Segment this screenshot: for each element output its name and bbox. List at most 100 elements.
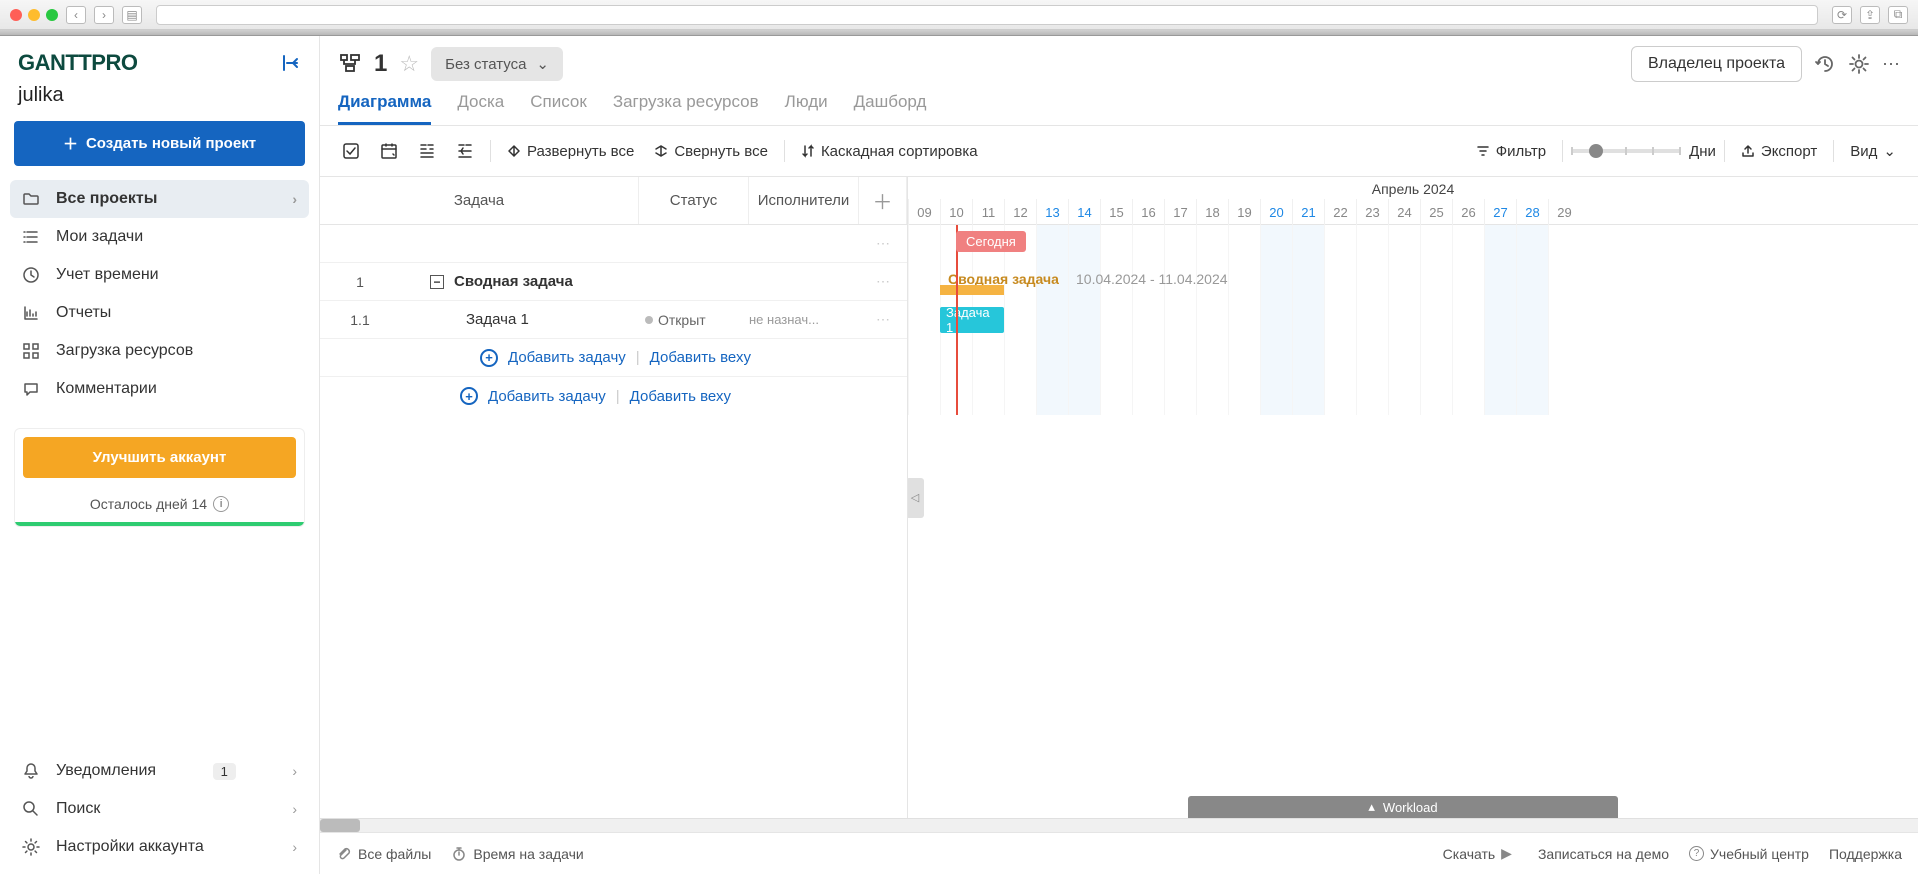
plus-circle-icon[interactable]: + xyxy=(460,387,478,405)
sidebar-toggle-button[interactable]: ▤ xyxy=(122,6,142,24)
workspace-name[interactable]: julika xyxy=(0,84,319,121)
gantt-day-cell[interactable]: 27 xyxy=(1484,199,1516,225)
more-icon[interactable]: ⋯ xyxy=(1882,54,1900,75)
horizontal-scrollbar[interactable] xyxy=(320,818,1918,832)
upgrade-button[interactable]: Улучшить аккаунт xyxy=(23,437,296,478)
gantt-day-cell[interactable]: 15 xyxy=(1100,199,1132,225)
assignee-cell[interactable]: не назнач... xyxy=(749,312,859,327)
sidebar-item-notifications[interactable]: Уведомления 1 › xyxy=(10,752,309,790)
tab-workload[interactable]: Загрузка ресурсов xyxy=(613,92,759,125)
panel-collapse-handle[interactable]: ◁ xyxy=(908,478,924,518)
view-dropdown[interactable]: Вид ⌄ xyxy=(1842,136,1904,166)
calendar-button[interactable] xyxy=(372,136,406,166)
footer-download[interactable]: Скачать ▶ xyxy=(1443,845,1518,862)
expand-all-button[interactable]: Развернуть все xyxy=(499,137,642,166)
sidebar-item-workload[interactable]: Загрузка ресурсов xyxy=(10,332,309,370)
add-task-link[interactable]: Добавить задачу xyxy=(508,349,626,366)
footer-all-files[interactable]: Все файлы xyxy=(336,846,431,862)
gantt-body[interactable]: Сегодня Сводная задача 10.04.2024 - 11.0… xyxy=(908,225,1918,415)
add-milestone-link[interactable]: Добавить веху xyxy=(650,349,751,366)
export-button[interactable]: Экспорт xyxy=(1733,137,1825,166)
gantt-day-cell[interactable]: 25 xyxy=(1420,199,1452,225)
tab-board[interactable]: Доска xyxy=(457,92,504,125)
gantt-day-cell[interactable]: 18 xyxy=(1196,199,1228,225)
zoom-control[interactable]: Дни xyxy=(1571,143,1716,160)
project-status-dropdown[interactable]: Без статуса ⌄ xyxy=(431,47,563,81)
cascade-sort-button[interactable]: Каскадная сортировка xyxy=(793,137,986,166)
collapse-all-button[interactable]: Свернуть все xyxy=(646,137,776,166)
plus-circle-icon[interactable]: + xyxy=(480,349,498,367)
gantt-day-cell[interactable]: 26 xyxy=(1452,199,1484,225)
gantt-day-cell[interactable]: 13 xyxy=(1036,199,1068,225)
zoom-thumb[interactable] xyxy=(1589,144,1603,158)
gantt-day-cell[interactable]: 14 xyxy=(1068,199,1100,225)
close-window-icon[interactable] xyxy=(10,9,22,21)
gantt-day-cell[interactable]: 12 xyxy=(1004,199,1036,225)
favorite-star-icon[interactable]: ☆ xyxy=(399,51,419,77)
hierarchy-icon[interactable] xyxy=(338,52,362,76)
task-cell[interactable]: − Сводная задача xyxy=(400,273,639,290)
sidebar-item-reports[interactable]: Отчеты xyxy=(10,294,309,332)
add-milestone-link[interactable]: Добавить веху xyxy=(630,388,731,405)
gantt-chart[interactable]: ◁ Апрель 2024 09101112131415161718192021… xyxy=(908,177,1918,818)
gantt-day-cell[interactable]: 22 xyxy=(1324,199,1356,225)
indent-button[interactable] xyxy=(410,136,444,166)
sidebar-item-account-settings[interactable]: Настройки аккаунта › xyxy=(10,828,309,866)
minimize-window-icon[interactable] xyxy=(28,9,40,21)
url-bar[interactable] xyxy=(156,5,1818,25)
add-column-button[interactable]: ＋ xyxy=(859,177,907,224)
tab-people[interactable]: Люди xyxy=(785,92,828,125)
tab-dashboard[interactable]: Дашборд xyxy=(854,92,927,125)
share-button[interactable]: ⇪ xyxy=(1860,6,1880,24)
create-project-button[interactable]: ＋ Создать новый проект xyxy=(14,121,305,166)
task-bar[interactable]: Задача 1 xyxy=(940,307,1004,333)
sidebar-item-time-tracking[interactable]: Учет времени xyxy=(10,256,309,294)
select-all-button[interactable] xyxy=(334,136,368,166)
project-name[interactable]: 1 xyxy=(374,50,387,78)
row-menu-icon[interactable]: ⋯ xyxy=(859,273,907,290)
settings-icon[interactable] xyxy=(1848,53,1870,75)
gantt-day-cell[interactable]: 28 xyxy=(1516,199,1548,225)
sidebar-item-comments[interactable]: Комментарии xyxy=(10,370,309,408)
gantt-day-cell[interactable]: 29 xyxy=(1548,199,1580,225)
scrollbar-thumb[interactable] xyxy=(320,819,360,832)
zoom-slider[interactable] xyxy=(1571,149,1681,153)
tab-list[interactable]: Список xyxy=(530,92,587,125)
grid-row-summary[interactable]: 1 − Сводная задача ⋯ xyxy=(320,263,907,301)
add-task-link[interactable]: Добавить задачу xyxy=(488,388,606,405)
nav-back-button[interactable]: ‹ xyxy=(66,6,86,24)
gantt-day-cell[interactable]: 20 xyxy=(1260,199,1292,225)
collapse-sidebar-button[interactable] xyxy=(281,53,301,73)
footer-support[interactable]: Поддержка xyxy=(1829,846,1902,862)
nav-forward-button[interactable]: › xyxy=(94,6,114,24)
gantt-day-cell[interactable]: 21 xyxy=(1292,199,1324,225)
outdent-button[interactable] xyxy=(448,136,482,166)
summary-bar[interactable] xyxy=(940,285,1004,295)
gantt-day-cell[interactable]: 19 xyxy=(1228,199,1260,225)
status-cell[interactable]: Открыт xyxy=(639,312,749,328)
column-assignee[interactable]: Исполнители xyxy=(749,177,859,224)
footer-learning-center[interactable]: ? Учебный центр xyxy=(1689,846,1809,862)
history-icon[interactable] xyxy=(1814,53,1836,75)
row-menu-icon[interactable]: ⋯ xyxy=(859,235,907,252)
gantt-day-cell[interactable]: 10 xyxy=(940,199,972,225)
sidebar-item-search[interactable]: Поиск › xyxy=(10,790,309,828)
column-status[interactable]: Статус xyxy=(639,177,749,224)
workload-panel-toggle[interactable]: ▴ Workload xyxy=(1188,796,1618,818)
gantt-day-cell[interactable]: 16 xyxy=(1132,199,1164,225)
row-menu-icon[interactable]: ⋯ xyxy=(859,311,907,328)
task-cell[interactable]: Задача 1 xyxy=(400,311,639,328)
gantt-day-cell[interactable]: 11 xyxy=(972,199,1004,225)
sidebar-item-my-tasks[interactable]: Мои задачи xyxy=(10,218,309,256)
tab-diagram[interactable]: Диаграмма xyxy=(338,92,431,125)
info-icon[interactable]: i xyxy=(213,496,229,512)
footer-book-demo[interactable]: Записаться на демо xyxy=(1538,846,1669,862)
collapse-toggle-icon[interactable]: − xyxy=(430,275,444,289)
gantt-day-cell[interactable]: 23 xyxy=(1356,199,1388,225)
footer-time-on-tasks[interactable]: Время на задачи xyxy=(451,846,583,862)
gantt-day-cell[interactable]: 24 xyxy=(1388,199,1420,225)
grid-row-empty[interactable]: ⋯ xyxy=(320,225,907,263)
tabs-button[interactable]: ⧉ xyxy=(1888,6,1908,24)
reload-button[interactable]: ⟳ xyxy=(1832,6,1852,24)
maximize-window-icon[interactable] xyxy=(46,9,58,21)
